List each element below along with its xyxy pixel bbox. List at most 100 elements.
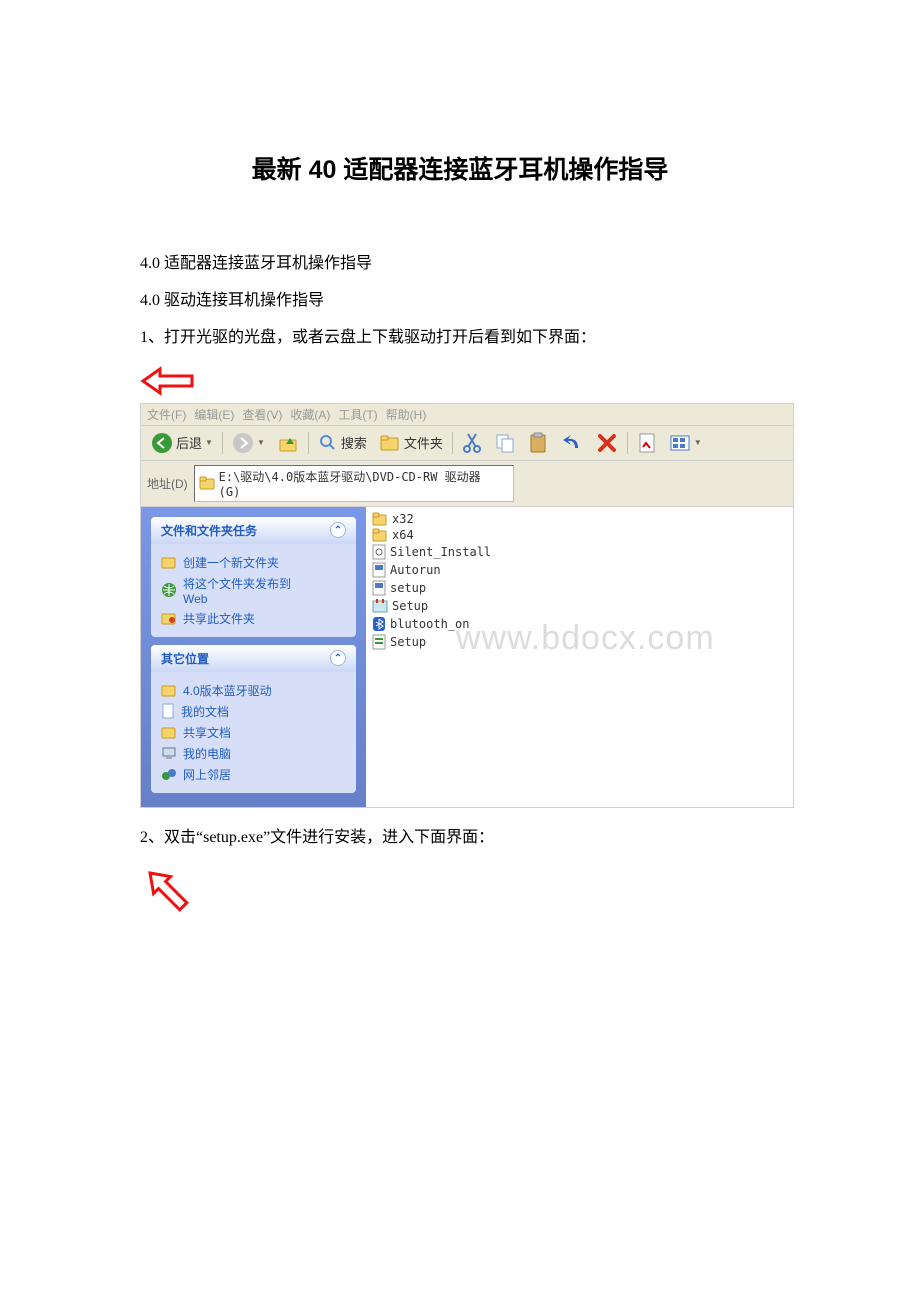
task-label: 创建一个新文件夹: [183, 554, 279, 571]
place-shared-docs[interactable]: 共享文档: [161, 722, 346, 743]
file-list: x32 x64 Silent_Install Autorun setup Set…: [366, 507, 793, 807]
folder-icon: [161, 683, 177, 697]
up-icon: [277, 432, 299, 454]
doc-title: 最新 40 适配器连接蓝牙耳机操作指导: [140, 150, 780, 186]
place-label: 4.0版本蓝牙驱动: [183, 682, 272, 699]
file-setup-exe[interactable]: setup: [372, 579, 787, 597]
filename: Setup: [392, 599, 428, 613]
menu-help[interactable]: 帮助(H): [386, 406, 427, 423]
place-label: 我的电脑: [183, 745, 231, 762]
delete-button[interactable]: [592, 430, 622, 456]
fwd-dropdown-icon[interactable]: ▼: [257, 438, 265, 447]
back-button[interactable]: 后退 ▼: [147, 430, 217, 456]
menubar: 文件(F) 编辑(E) 查看(V) 收藏(A) 工具(T) 帮助(H): [141, 404, 793, 426]
folders-label: 文件夹: [404, 433, 443, 452]
tasks-panel: 文件和文件夹任务 ⌃ 创建一个新文件夹 将这个文件夹发布到 Web 共享此文件夹: [151, 517, 356, 637]
tasks-title: 文件和文件夹任务: [161, 522, 257, 539]
forward-button[interactable]: ▼: [228, 430, 269, 456]
address-input[interactable]: E:\驱动\4.0版本蓝牙驱动\DVD-CD-RW 驱动器 (G): [194, 465, 514, 502]
folders-icon: [379, 433, 401, 453]
file-x32[interactable]: x32: [372, 511, 787, 527]
back-dropdown-icon[interactable]: ▼: [205, 438, 213, 447]
folder-icon: [372, 512, 388, 526]
separator: [627, 432, 628, 454]
place-bt-driver[interactable]: 4.0版本蓝牙驱动: [161, 680, 346, 701]
address-path: E:\驱动\4.0版本蓝牙驱动\DVD-CD-RW 驱动器 (G): [219, 468, 509, 499]
filename: x32: [392, 512, 414, 526]
file-bluetooth-on[interactable]: blutooth_on: [372, 615, 787, 633]
place-my-computer[interactable]: 我的电脑: [161, 743, 346, 764]
exe-icon: [372, 580, 386, 596]
views-dropdown-icon[interactable]: ▼: [694, 438, 702, 447]
new-folder-icon: [161, 555, 177, 569]
copy-button[interactable]: [490, 430, 520, 456]
tasks-header[interactable]: 文件和文件夹任务 ⌃: [151, 517, 356, 544]
network-icon: [161, 767, 177, 781]
collapse-icon[interactable]: ⌃: [330, 522, 346, 538]
filename: blutooth_on: [390, 617, 469, 631]
place-label: 共享文档: [183, 724, 231, 741]
red-arrow-diagonal-icon: [140, 863, 780, 923]
properties-icon: [637, 432, 657, 454]
addressbar: 地址(D) E:\驱动\4.0版本蓝牙驱动\DVD-CD-RW 驱动器 (G): [141, 461, 793, 507]
task-share-folder[interactable]: 共享此文件夹: [161, 608, 346, 629]
folder-icon: [199, 476, 215, 490]
menu-file[interactable]: 文件(F): [147, 406, 186, 423]
copy-icon: [494, 432, 516, 454]
filename: setup: [390, 581, 426, 595]
other-places-panel: 其它位置 ⌃ 4.0版本蓝牙驱动 我的文档 共享文档: [151, 645, 356, 793]
menu-fav[interactable]: 收藏(A): [290, 406, 330, 423]
red-arrow-left-icon: [140, 366, 780, 401]
paragraph-1: 4.0 适配器连接蓝牙耳机操作指导: [140, 246, 780, 281]
menu-tools[interactable]: 工具(T): [338, 406, 377, 423]
other-header[interactable]: 其它位置 ⌃: [151, 645, 356, 672]
separator: [222, 432, 223, 454]
undo-button[interactable]: [556, 430, 588, 456]
content-area: 文件和文件夹任务 ⌃ 创建一个新文件夹 将这个文件夹发布到 Web 共享此文件夹: [141, 507, 793, 807]
filename: Silent_Install: [390, 545, 491, 559]
filename: Setup: [390, 635, 426, 649]
folder-icon: [372, 528, 388, 542]
delete-icon: [596, 432, 618, 454]
menu-edit[interactable]: 编辑(E): [194, 406, 234, 423]
menu-view[interactable]: 查看(V): [242, 406, 282, 423]
explorer-window: 文件(F) 编辑(E) 查看(V) 收藏(A) 工具(T) 帮助(H) 后退 ▼…: [140, 403, 794, 808]
cut-button[interactable]: [458, 430, 486, 456]
back-label: 后退: [176, 433, 202, 452]
task-label: 将这个文件夹发布到 Web: [183, 575, 291, 606]
file-setup-cfg[interactable]: Setup: [372, 633, 787, 651]
file-silent-install[interactable]: Silent_Install: [372, 543, 787, 561]
back-icon: [151, 432, 173, 454]
views-icon: [669, 433, 691, 453]
views-button[interactable]: ▼: [665, 431, 706, 455]
bluetooth-icon: [372, 616, 386, 632]
up-button[interactable]: [273, 430, 303, 456]
task-new-folder[interactable]: 创建一个新文件夹: [161, 552, 346, 573]
file-autorun[interactable]: Autorun: [372, 561, 787, 579]
forward-icon: [232, 432, 254, 454]
file-x64[interactable]: x64: [372, 527, 787, 543]
paste-icon: [528, 432, 548, 454]
file-setup-msi[interactable]: Setup: [372, 597, 787, 615]
folders-button[interactable]: 文件夹: [375, 431, 447, 455]
place-network[interactable]: 网上邻居: [161, 764, 346, 785]
properties-button[interactable]: [633, 430, 661, 456]
other-title: 其它位置: [161, 650, 209, 667]
side-panel: 文件和文件夹任务 ⌃ 创建一个新文件夹 将这个文件夹发布到 Web 共享此文件夹: [141, 507, 366, 807]
cfg-icon: [372, 634, 386, 650]
search-button[interactable]: 搜索: [314, 431, 371, 455]
other-body: 4.0版本蓝牙驱动 我的文档 共享文档 我的电脑: [151, 672, 356, 793]
search-icon: [318, 433, 338, 453]
collapse-icon[interactable]: ⌃: [330, 650, 346, 666]
address-label: 地址(D): [147, 475, 188, 492]
task-publish-web[interactable]: 将这个文件夹发布到 Web: [161, 573, 346, 608]
toolbar: 后退 ▼ ▼ 搜索 文件夹: [141, 426, 793, 461]
paragraph-2: 4.0 驱动连接耳机操作指导: [140, 283, 780, 318]
globe-icon: [161, 582, 177, 598]
ini-icon: [372, 544, 386, 560]
search-label: 搜索: [341, 433, 367, 452]
paste-button[interactable]: [524, 430, 552, 456]
filename: x64: [392, 528, 414, 542]
paragraph-3: 1、打开光驱的光盘，或者云盘上下载驱动打开后看到如下界面：: [140, 320, 780, 355]
place-my-documents[interactable]: 我的文档: [161, 701, 346, 722]
